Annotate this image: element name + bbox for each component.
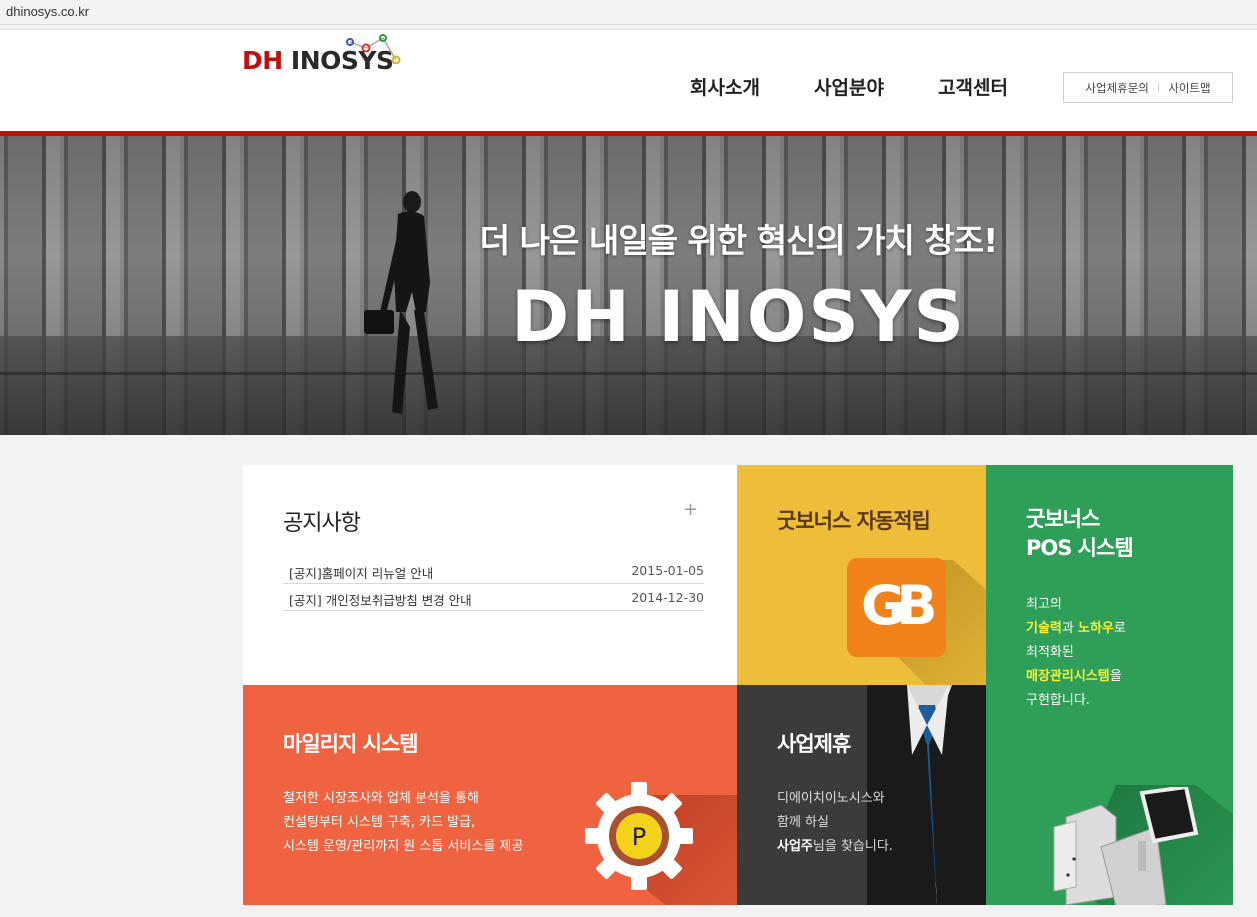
notice-item-title[interactable]: [공지] 개인정보취급방침 변경 안내: [289, 590, 472, 609]
notice-item-title[interactable]: [공지]홈페이지 리뉴얼 안내: [289, 563, 433, 582]
site-logo[interactable]: DH INOSYS: [242, 34, 412, 75]
hero-banner: 더 나은 내일을 위한 혁신의 가치 창조! DH INOSYS: [0, 136, 1257, 435]
partnership-title: 사업제휴: [777, 732, 851, 756]
mileage-title: 마일리지 시스템: [283, 732, 419, 756]
nav-business[interactable]: 사업분야: [814, 73, 884, 100]
pos-description: 최고의 기술력과 노하우로 최적화된 매장관리시스템을 구현합니다.: [1026, 597, 1126, 708]
notice-item-date: 2015-01-05: [631, 563, 704, 578]
goodbonus-title: 굿보너스 자동적립: [777, 509, 931, 533]
nav-customer-center[interactable]: 고객센터: [938, 73, 1008, 100]
nav-company[interactable]: 회사소개: [690, 73, 760, 100]
sitemap-link[interactable]: 사이트맵: [1168, 80, 1210, 96]
hero-subtitle: 더 나은 내일을 위한 혁신의 가치 창조!: [479, 221, 998, 260]
molecule-icon: [346, 34, 401, 64]
pos-title: 굿보너스 POS 시스템: [1026, 507, 1134, 560]
address-bar[interactable]: dhinosys.co.kr: [0, 0, 1257, 25]
goodbonus-panel[interactable]: 굿보너스 자동적립 GB: [737, 465, 986, 685]
notice-row[interactable]: [공지]홈페이지 리뉴얼 안내 2015-01-05: [283, 557, 704, 584]
url-text: dhinosys.co.kr: [6, 4, 90, 19]
notice-title: 공지사항: [283, 511, 361, 536]
notice-more-button[interactable]: +: [683, 499, 698, 520]
pos-panel[interactable]: 굿보너스 POS 시스템 최고의 기술력과 노하우로 최적화된 매장관리시스템을 …: [986, 465, 1233, 905]
pos-terminal-icon: [1053, 787, 1199, 905]
notice-item-date: 2014-12-30: [631, 590, 704, 605]
hero-rail: [0, 372, 1257, 375]
partnership-description: 디에이치이노시스와 함께 하실 사업주님을 찾습니다.: [777, 791, 893, 854]
util-separator: |: [1156, 82, 1161, 93]
partnership-inquiry-link[interactable]: 사업제휴문의: [1085, 80, 1148, 96]
notice-row[interactable]: [공지] 개인정보취급방침 변경 안내 2014-12-30: [283, 584, 704, 611]
hero-title: DH INOSYS: [511, 276, 966, 358]
partnership-panel[interactable]: 사업제휴 디에이치이노시스와 함께 하실 사업주님을 찾습니다.: [737, 685, 986, 905]
notice-panel: 공지사항 + [공지]홈페이지 리뉴얼 안내 2015-01-05 [공지] 개…: [243, 465, 737, 685]
svg-text:P: P: [632, 823, 646, 851]
utility-links: 사업제휴문의 | 사이트맵: [1063, 72, 1233, 103]
gb-logo-icon: GB: [847, 558, 946, 657]
mileage-description: 철저한 시장조사와 업체 분석을 통해 컨설팅부터 시스템 구축, 카드 발급,…: [283, 791, 524, 854]
mileage-panel[interactable]: 마일리지 시스템 철저한 시장조사와 업체 분석을 통해 컨설팅부터 시스템 구…: [243, 685, 737, 905]
gear-p-icon: P: [585, 782, 693, 890]
